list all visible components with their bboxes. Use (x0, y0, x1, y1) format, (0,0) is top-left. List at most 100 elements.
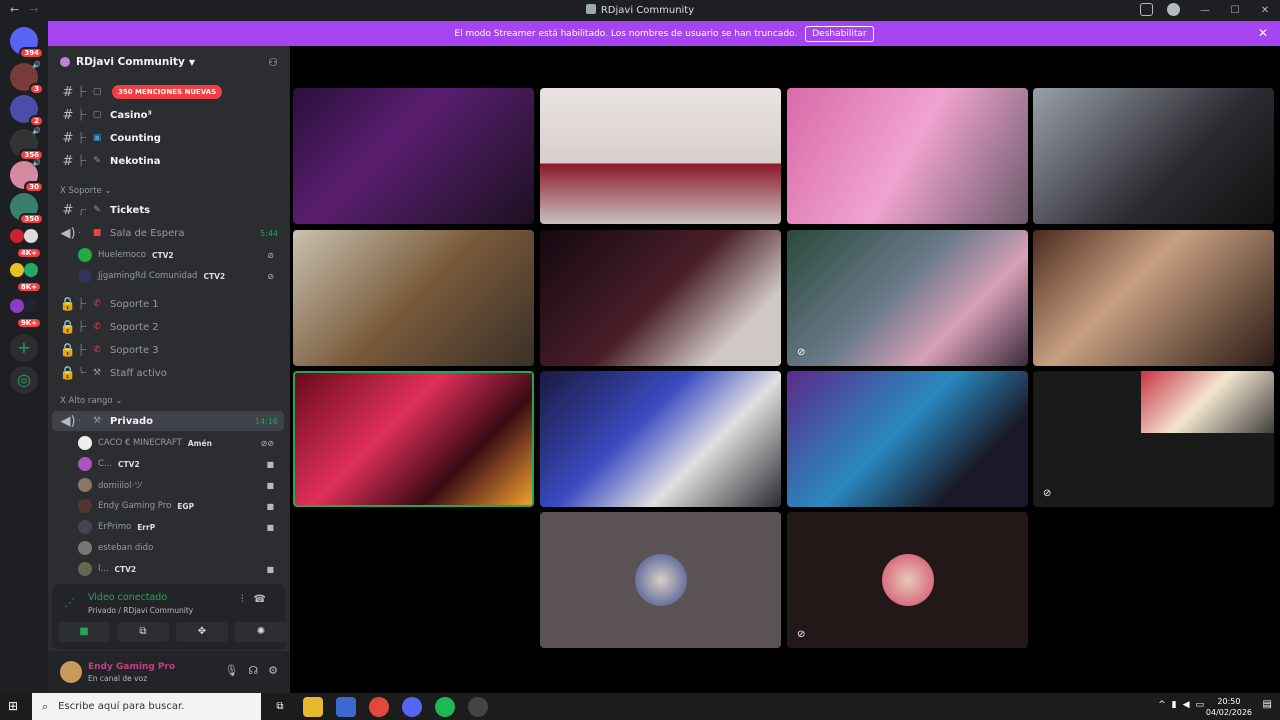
voice-actions: ⫶☎ (241, 594, 276, 605)
disconnect-icon[interactable]: ☎ (254, 594, 276, 605)
video-tile[interactable]: ⊘ (1033, 371, 1274, 507)
video-tile[interactable] (787, 371, 1028, 507)
voice-user[interactable]: l... CTV2 ■ (78, 559, 278, 578)
voice-user[interactable]: C... CTV2 ■ (78, 454, 278, 474)
avatar (78, 248, 92, 262)
avatar-tile[interactable] (540, 512, 781, 648)
maximize-button[interactable]: ☐ (1220, 0, 1250, 21)
category-alto-rango[interactable]: X Alto rango ⌄ (60, 396, 122, 406)
video-tile[interactable]: ⊘ (787, 230, 1028, 366)
server-icon-active[interactable]: 350 (10, 193, 44, 225)
server-icon[interactable]: 2 (10, 95, 44, 127)
voice-channel-soporte-3[interactable]: 🔒 ├· ✆ Soporte 3 (52, 340, 284, 360)
voice-location[interactable]: Privado / RDjavi Community (88, 606, 193, 615)
avatar[interactable] (60, 661, 82, 683)
voice-user[interactable]: esteban dido (78, 538, 278, 558)
server-folder-icon[interactable] (10, 299, 24, 313)
channel-counting[interactable]: # ├· ▣ Counting (52, 128, 284, 148)
tools-icon: ⚒ (92, 368, 102, 378)
inbox-icon[interactable] (1140, 3, 1153, 16)
add-server-button[interactable]: + (10, 334, 38, 362)
server-folder-icon[interactable]: 4K+ (15, 229, 42, 259)
avatar (78, 478, 92, 492)
channel-nekotina[interactable]: # ├· ✎ Nekotina (52, 151, 284, 171)
server-header[interactable]: RDjavi Community ▼ ⚇ (48, 46, 290, 78)
voice-channel-staff[interactable]: 🔒 ╰· ⚒ Staff activo (52, 363, 284, 383)
search-icon: ⌕ (42, 699, 49, 713)
video-tile-speaking[interactable] (293, 371, 534, 507)
server-icon[interactable]: 🔊 3 (10, 61, 44, 95)
tray-overflow-icon[interactable]: ^ (1158, 700, 1172, 710)
video-tile[interactable] (1033, 230, 1274, 366)
voice-channel-sala-espera[interactable]: ◀) · ■ Sala de Espera 5:44 (52, 223, 284, 243)
spotify-icon[interactable] (435, 697, 455, 717)
voice-channel-privado[interactable]: ◀) · ⚒ Privado 14:16 (52, 411, 284, 431)
category-soporte[interactable]: X Soporte ⌄ (60, 186, 112, 196)
video-tile[interactable] (293, 230, 534, 366)
voice-user[interactable]: Endy Gaming Pro EGP ■ (78, 496, 278, 516)
camera-button[interactable]: ■ (58, 622, 110, 642)
windows-start-icon[interactable]: ⊞ (8, 699, 18, 713)
voice-user[interactable]: CACO € MINECRAFT Amén ⊘⊘ (78, 433, 278, 453)
video-tile[interactable] (540, 230, 781, 366)
voice-user[interactable]: ErPrimo ErrP ■ (78, 517, 278, 537)
voice-channel-soporte-1[interactable]: 🔒 ├· ✆ Soporte 1 (52, 294, 284, 314)
video-tile[interactable] (787, 88, 1028, 224)
taskbar-search[interactable]: ⌕ Escribe aquí para buscar. (32, 693, 261, 720)
video-tile[interactable] (540, 371, 781, 507)
video-tile[interactable] (293, 88, 534, 224)
speaker-icon: 🔊 (32, 127, 41, 135)
explore-icon[interactable]: ◎ (10, 366, 38, 394)
minimize-button[interactable]: — (1190, 0, 1220, 21)
voice-user[interactable]: Huelemoco CTV2 ⊘ (78, 245, 278, 265)
disable-streamer-button[interactable]: Deshabilitar (805, 25, 874, 42)
channel-tickets[interactable]: # ╭· ✎ Tickets (52, 200, 284, 220)
username[interactable]: Endy Gaming Pro (88, 662, 175, 672)
video-tile[interactable] (1033, 88, 1274, 224)
voice-status[interactable]: Video conectado (88, 592, 167, 603)
new-mentions-pill[interactable]: 350 MENCIONES NUEVAS (112, 85, 223, 99)
channel-unread[interactable]: # ├· ▢ 350 MENCIONES NUEVAS (52, 82, 284, 102)
windows-taskbar: ⊞ ⌕ Escribe aquí para buscar. ⧉ ^▮◀▭ 20:… (0, 693, 1280, 720)
avatar (78, 499, 92, 513)
notifications-icon[interactable]: ▤ (1263, 699, 1272, 710)
soundboard-button[interactable]: ✺ (235, 622, 287, 642)
numbers-icon: ▣ (92, 133, 102, 143)
close-banner-icon[interactable]: ✕ (1258, 26, 1268, 40)
volume-icon[interactable]: ◀ (1183, 700, 1196, 710)
server-folder-icon[interactable]: 8K+ (15, 263, 42, 293)
server-icon[interactable]: 🔊 356 (10, 127, 44, 161)
home-button[interactable]: 394 (10, 27, 44, 59)
headphones-icon[interactable]: ☊ (248, 664, 258, 677)
task-view-icon[interactable]: ⧉ (270, 697, 290, 717)
lock-icon: 🔒 (59, 342, 77, 358)
avatar-tile[interactable]: ⊘ (787, 512, 1028, 648)
voice-channel-soporte-2[interactable]: 🔒 ├· ✆ Soporte 2 (52, 317, 284, 337)
microphone-icon[interactable]: 🎙 (224, 664, 238, 677)
mic-icon[interactable]: ▮ (1172, 700, 1183, 710)
file-explorer-icon[interactable] (303, 697, 323, 717)
activities-button[interactable]: ✥ (176, 622, 228, 642)
app-icon[interactable] (468, 697, 488, 717)
noise-suppression-icon[interactable]: ⫶ (241, 594, 254, 605)
help-icon[interactable] (1167, 3, 1180, 16)
hash-icon: # (62, 84, 74, 100)
voice-user[interactable]: domiilol·ツ ■ (78, 475, 278, 495)
voice-user[interactable]: JjgamingRd Comunidad CTV2 ⊘ (78, 266, 278, 286)
close-window-button[interactable]: ✕ (1250, 0, 1280, 21)
server-folder-icon[interactable] (10, 263, 24, 277)
invite-icon[interactable]: ⚇ (268, 56, 278, 69)
streamer-mode-banner: El modo Streamer está habilitado. Los no… (48, 21, 1280, 46)
channel-casino[interactable]: # ├· ▢ Casino³ (52, 105, 284, 125)
store-icon[interactable] (336, 697, 356, 717)
server-folder-icon[interactable] (10, 229, 24, 243)
signal-icon[interactable]: ⋰ (64, 596, 75, 609)
discord-icon[interactable] (402, 697, 422, 717)
gear-icon[interactable]: ⚙ (268, 664, 278, 677)
video-tile[interactable] (540, 88, 781, 224)
chrome-icon[interactable] (369, 697, 389, 717)
screen-share-button[interactable]: ⧉ (117, 622, 169, 642)
clock[interactable]: 20:50 04/02/2026 (1206, 696, 1252, 718)
server-icon[interactable]: 🔊 30 (10, 159, 44, 193)
server-folder-icon[interactable]: 9K+ (15, 299, 42, 329)
